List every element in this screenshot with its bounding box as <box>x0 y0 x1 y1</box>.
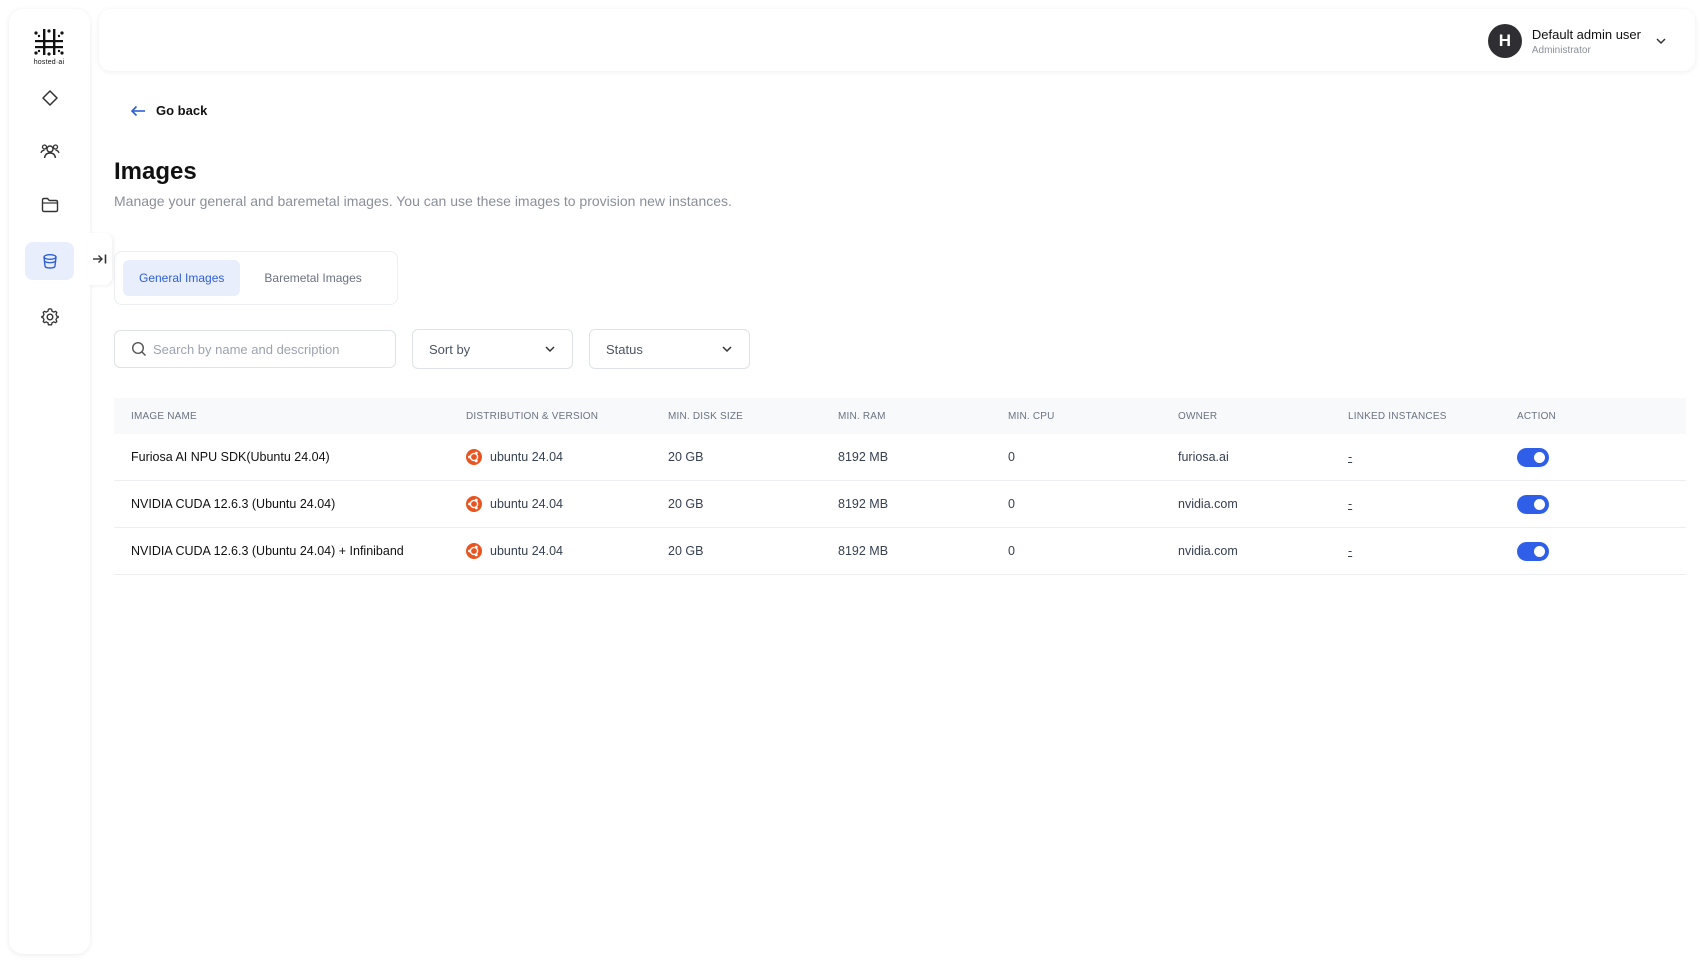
page-description: Manage your general and baremetal images… <box>114 193 732 209</box>
min-cpu: 0 <box>1008 450 1015 464</box>
distribution-value: ubuntu 24.04 <box>490 450 563 464</box>
col-header-linked: LINKED INSTANCES <box>1348 410 1447 422</box>
logo-text: hosted·ai <box>33 59 65 66</box>
owner: nvidia.com <box>1178 544 1238 558</box>
collapse-arrow-icon <box>93 254 107 264</box>
image-name: Furiosa AI NPU SDK(Ubuntu 24.04) <box>131 450 330 464</box>
min-disk: 20 GB <box>668 450 704 464</box>
col-header-disk: MIN. DISK SIZE <box>668 410 744 422</box>
min-disk: 20 GB <box>668 544 704 558</box>
user-role: Administrator <box>1531 44 1591 56</box>
distribution-cell: ubuntu 24.04 <box>466 496 668 512</box>
go-back-link[interactable]: Go back <box>130 103 207 118</box>
image-type-tabs: General Images Baremetal Images <box>114 251 398 305</box>
gear-icon <box>40 308 59 326</box>
min-ram: 8192 MB <box>838 544 889 558</box>
sidebar: hosted·ai <box>9 9 90 954</box>
image-enabled-toggle[interactable] <box>1517 447 1549 467</box>
search-input[interactable] <box>153 341 383 357</box>
owner: furiosa.ai <box>1178 450 1229 464</box>
linked-instances-link[interactable]: - <box>1348 450 1352 464</box>
sidebar-item-dashboard[interactable] <box>25 79 74 117</box>
chevron-down-icon <box>1656 38 1666 45</box>
image-enabled-toggle[interactable] <box>1517 494 1549 514</box>
min-cpu: 0 <box>1008 544 1015 558</box>
ubuntu-icon <box>466 543 482 559</box>
col-header-cpu: MIN. CPU <box>1008 410 1055 422</box>
chevron-down-icon <box>722 346 732 353</box>
distribution-cell: ubuntu 24.04 <box>466 449 668 465</box>
sidebar-collapse-button[interactable] <box>88 233 112 285</box>
avatar: H <box>1487 24 1522 58</box>
min-ram: 8192 MB <box>838 450 889 464</box>
chevron-down-icon <box>545 346 555 353</box>
min-ram: 8192 MB <box>838 497 889 511</box>
distribution-value: ubuntu 24.04 <box>490 544 563 558</box>
arrow-left-icon <box>130 105 145 116</box>
users-icon <box>39 144 60 159</box>
logo-mark-icon <box>34 29 64 56</box>
col-header-distribution: DISTRIBUTION & VERSION <box>466 410 599 422</box>
folder-icon <box>41 197 58 213</box>
linked-instances-link[interactable]: - <box>1348 544 1352 558</box>
logo[interactable]: hosted·ai <box>27 27 71 73</box>
diamond-icon <box>41 90 58 106</box>
user-info: Default admin user Administrator <box>1532 27 1641 56</box>
image-enabled-toggle[interactable] <box>1517 541 1549 561</box>
sidebar-item-images[interactable] <box>25 242 74 280</box>
distribution-value: ubuntu 24.04 <box>490 497 563 511</box>
sidebar-item-settings[interactable] <box>25 298 74 336</box>
col-header-owner: OWNER <box>1178 410 1218 422</box>
status-dropdown[interactable]: Status <box>589 329 750 369</box>
tab-baremetal-images[interactable]: Baremetal Images <box>248 260 377 296</box>
table-header: IMAGE NAME DISTRIBUTION & VERSION MIN. D… <box>114 398 1686 434</box>
user-menu[interactable]: H Default admin user Administrator <box>1487 23 1667 59</box>
owner: nvidia.com <box>1178 497 1238 511</box>
status-label: Status <box>606 341 643 357</box>
sidebar-item-projects[interactable] <box>25 186 74 224</box>
stack-icon <box>42 254 57 269</box>
min-cpu: 0 <box>1008 497 1015 511</box>
ubuntu-icon <box>466 449 482 465</box>
sort-by-dropdown[interactable]: Sort by <box>412 329 573 369</box>
sort-by-label: Sort by <box>429 341 471 357</box>
search-box <box>114 330 396 368</box>
go-back-label: Go back <box>156 103 208 118</box>
table-row: NVIDIA CUDA 12.6.3 (Ubuntu 24.04) + Infi… <box>114 528 1686 575</box>
col-header-action: ACTION <box>1517 410 1556 422</box>
distribution-cell: ubuntu 24.04 <box>466 543 668 559</box>
images-table: IMAGE NAME DISTRIBUTION & VERSION MIN. D… <box>114 398 1686 575</box>
linked-instances-link[interactable]: - <box>1348 497 1352 511</box>
top-bar: H Default admin user Administrator <box>99 9 1695 71</box>
min-disk: 20 GB <box>668 497 704 511</box>
table-row: NVIDIA CUDA 12.6.3 (Ubuntu 24.04) ubuntu… <box>114 481 1686 528</box>
page-title: Images <box>114 158 197 185</box>
sidebar-item-teams[interactable] <box>25 132 74 170</box>
col-header-image-name: IMAGE NAME <box>131 410 197 422</box>
table-row: Furiosa AI NPU SDK(Ubuntu 24.04) ubuntu … <box>114 434 1686 481</box>
user-name: Default admin user <box>1531 26 1641 42</box>
tab-general-images[interactable]: General Images <box>123 260 241 296</box>
col-header-ram: MIN. RAM <box>838 410 886 422</box>
image-name: NVIDIA CUDA 12.6.3 (Ubuntu 24.04) + Infi… <box>131 544 404 558</box>
search-icon <box>131 341 147 357</box>
ubuntu-icon <box>466 496 482 512</box>
image-name: NVIDIA CUDA 12.6.3 (Ubuntu 24.04) <box>131 497 336 511</box>
